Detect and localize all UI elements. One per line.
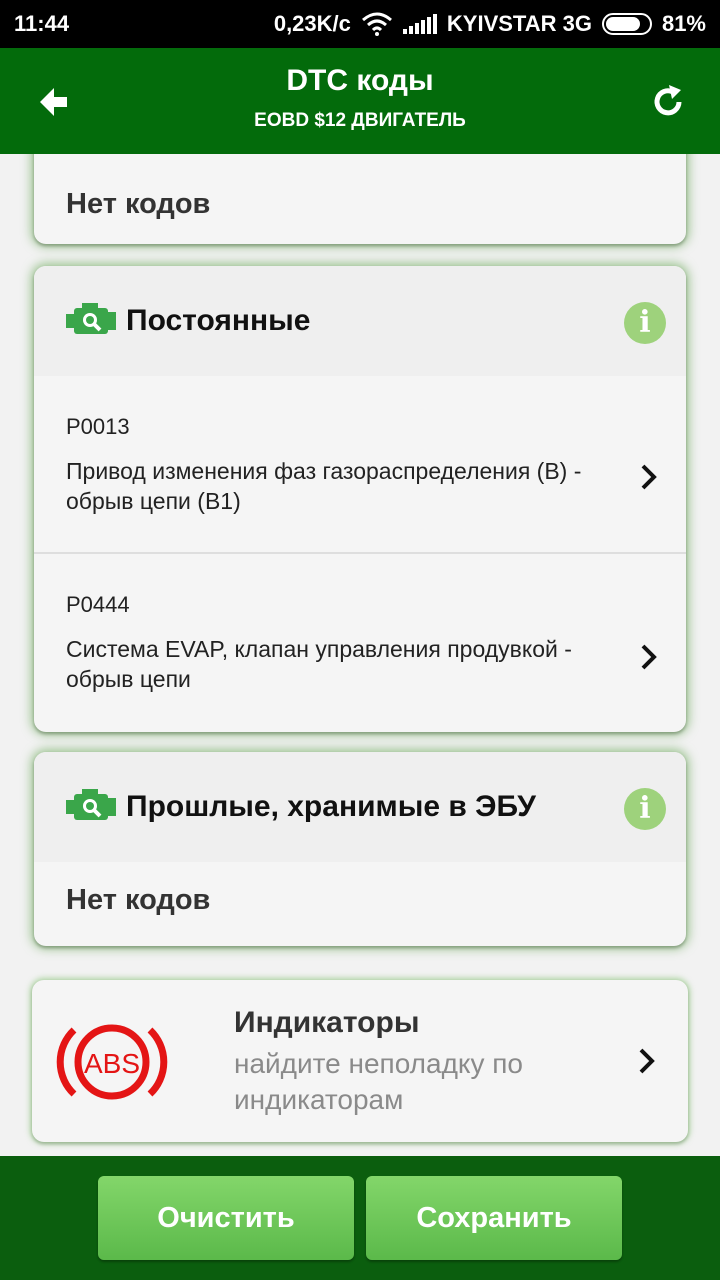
card-header: Постоянные i [34, 266, 686, 376]
app-bar: DTC коды EOBD $12 ДВИГАТЕЛЬ [0, 48, 720, 154]
signal-icon [402, 14, 437, 34]
status-right: 0,23K/c KYIVSTAR 3G 81% [274, 11, 706, 37]
card-permanent: Постоянные i P0013 Привод изменения фаз … [34, 266, 686, 732]
card-past: Прошлые, хранимые в ЭБУ i Нет кодов [34, 752, 686, 946]
dtc-code: P0013 [66, 414, 130, 439]
abs-label: ABS [84, 1048, 140, 1079]
chevron-right-icon [641, 644, 657, 670]
battery-percent: 81% [661, 11, 706, 36]
info-icon[interactable]: i [624, 302, 666, 344]
dtc-description: Система EVAP, клапан управления продувко… [66, 636, 572, 692]
network-speed: 0,23K/c [273, 11, 351, 36]
dtc-description: Привод изменения фаз газораспределения (… [66, 458, 582, 514]
clear-button[interactable]: Очистить [98, 1176, 354, 1260]
engine-check-icon [66, 303, 116, 334]
refresh-icon[interactable] [648, 82, 688, 122]
indicators-card[interactable]: ABS Индикаторы найдите неполадку по инди… [32, 980, 688, 1142]
info-icon[interactable]: i [624, 788, 666, 830]
battery-level [605, 17, 640, 31]
card-header: Прошлые, хранимые в ЭБУ i [34, 752, 686, 862]
chevron-right-icon [641, 464, 657, 490]
save-button[interactable]: Сохранить [366, 1176, 622, 1260]
section-title: Постоянные [126, 304, 311, 337]
engine-check-icon [66, 789, 116, 820]
bottom-bar: Очистить Сохранить [0, 1156, 720, 1280]
status-bar: 11:44 0,23K/c KYIVSTAR 3G 81% [0, 0, 720, 48]
indicators-subtitle: найдите неполадку по индикаторам [234, 1048, 523, 1115]
dtc-list[interactable]: Нет кодов Постоянные i P0013 Привод изме… [0, 154, 720, 1156]
dtc-item[interactable]: P0013 Привод изменения фаз газораспредел… [34, 376, 686, 552]
card-pending: Нет кодов [34, 154, 686, 244]
no-codes-text: Нет кодов [66, 884, 211, 916]
wifi-icon [361, 12, 392, 36]
battery-icon [601, 13, 652, 35]
dtc-code: P0444 [66, 592, 130, 617]
section-title: Прошлые, хранимые в ЭБУ [126, 790, 536, 823]
page-subtitle: EOBD $12 ДВИГАТЕЛЬ [254, 110, 466, 131]
carrier-name: KYIVSTAR 3G [446, 11, 592, 36]
chevron-right-icon [639, 1048, 655, 1074]
dtc-item[interactable]: P0444 Система EVAP, клапан управления пр… [34, 554, 686, 732]
indicators-title: Индикаторы [234, 1006, 420, 1039]
abs-warning-icon: ABS [56, 1024, 168, 1100]
status-time: 11:44 [14, 11, 70, 36]
page-title: DTC коды [286, 64, 434, 97]
no-codes-text: Нет кодов [66, 188, 211, 220]
